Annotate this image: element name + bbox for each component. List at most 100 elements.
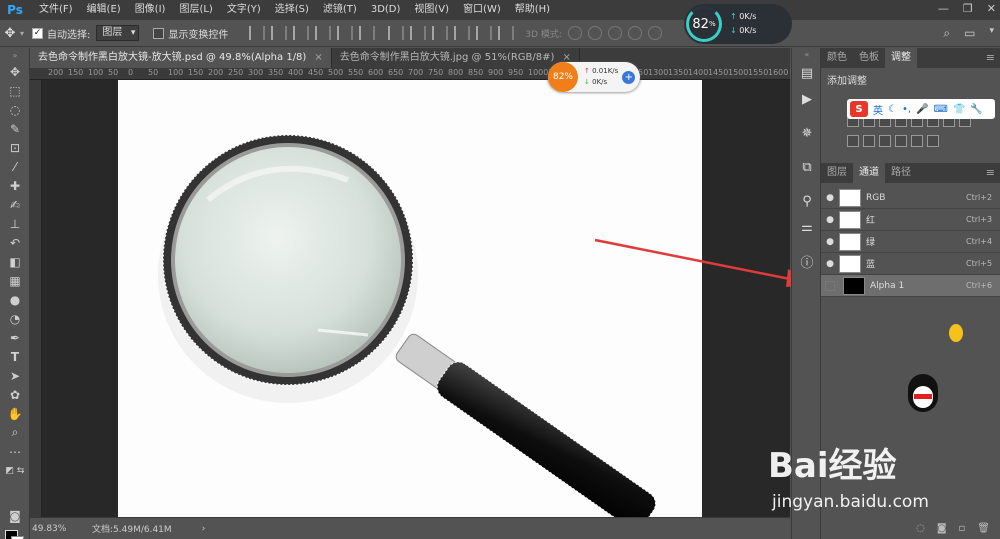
channels-menu-icon[interactable]: ≡ — [986, 163, 995, 183]
default-colors-icon[interactable]: ◩ ⇆ — [0, 461, 30, 480]
type-tool-icon[interactable]: T — [0, 347, 30, 366]
move-tool-icon[interactable]: ✥ — [0, 62, 30, 81]
visibility-eye-icon[interactable]: ● — [821, 237, 839, 247]
tab-color[interactable]: 颜色 — [821, 48, 853, 68]
distribute-bottom-icon[interactable] — [432, 26, 449, 40]
channel-green[interactable]: ● 绿 Ctrl+4 — [821, 231, 1000, 253]
workspace-icon[interactable]: ▭ — [964, 26, 975, 41]
save-selection-icon[interactable]: ◙ — [937, 523, 947, 534]
brush-settings-icon[interactable]: ✵ — [792, 120, 822, 146]
distribute-left-icon[interactable] — [454, 26, 471, 40]
invert-icon[interactable] — [847, 135, 859, 147]
menu-view[interactable]: 视图(V) — [407, 0, 456, 20]
load-selection-icon[interactable]: ◌ — [916, 523, 925, 534]
visibility-eye-icon[interactable]: ● — [821, 259, 839, 269]
history-brush-tool-icon[interactable]: ↶ — [0, 233, 30, 252]
auto-select-checkbox[interactable]: ✓ — [32, 27, 44, 39]
move-tool-icon[interactable]: ✥ — [0, 23, 20, 43]
tab-swatches[interactable]: 色板 — [853, 48, 885, 68]
blur-tool-icon[interactable]: ● — [0, 290, 30, 309]
canvas-area[interactable] — [42, 80, 790, 517]
tab-jpg-document[interactable]: 去色命令制作黑白放大镜.jpg @ 51%(RGB/8#) × — [332, 48, 580, 68]
pan-3d-icon[interactable] — [607, 26, 622, 40]
menu-type[interactable]: 文字(Y) — [220, 0, 268, 20]
zoom-tool-icon[interactable]: ⌕ — [0, 423, 30, 442]
qq-penguin-icon[interactable] — [905, 374, 941, 418]
visibility-toggle[interactable] — [825, 280, 835, 291]
channel-alpha-1[interactable]: Alpha 1 Ctrl+6 — [821, 275, 1000, 297]
bulb-icon[interactable] — [949, 324, 963, 342]
align-top-icon[interactable] — [249, 26, 266, 40]
channel-blue[interactable]: ● 蓝 Ctrl+5 — [821, 253, 1000, 275]
microphone-icon[interactable]: 🎤 — [916, 104, 928, 115]
network-speed-widget[interactable]: 82% ↑ 0K/s ↓ 0K/s — [684, 4, 792, 44]
distribute-middle-icon[interactable] — [410, 26, 427, 40]
auto-select-dropdown[interactable]: 图层 — [96, 25, 140, 41]
panel-menu-icon[interactable]: ≡ — [986, 48, 995, 68]
align-right-icon[interactable] — [359, 26, 376, 40]
orbit-3d-icon[interactable] — [567, 26, 582, 40]
gradient-map-icon[interactable] — [911, 135, 923, 147]
visibility-eye-icon[interactable]: ● — [821, 193, 839, 203]
tool-preset-chevron-icon[interactable]: ▾ — [20, 29, 24, 38]
show-transform-checkbox[interactable] — [153, 27, 165, 39]
search-icon[interactable]: ⌕ — [943, 26, 950, 41]
actions-play-icon[interactable]: ▶ — [792, 86, 822, 112]
tab-adjustments[interactable]: 调整 — [885, 48, 917, 68]
posterize-icon[interactable] — [863, 135, 875, 147]
tab-paths[interactable]: 路径 — [885, 163, 917, 183]
eraser-tool-icon[interactable]: ◧ — [0, 252, 30, 271]
menu-filter[interactable]: 滤镜(T) — [316, 0, 364, 20]
quick-select-tool-icon[interactable]: ✎ — [0, 119, 30, 138]
scale-3d-icon[interactable] — [647, 26, 662, 40]
distribute-right-icon[interactable] — [498, 26, 515, 40]
punctuation-icon[interactable]: •, — [902, 104, 911, 115]
menu-edit[interactable]: 编辑(E) — [80, 0, 128, 20]
status-menu-arrow-icon[interactable]: › — [202, 524, 206, 534]
more-tools-icon[interactable]: ⋯ — [0, 442, 30, 461]
add-button[interactable]: + — [622, 70, 636, 84]
info-icon[interactable]: ⓘ — [792, 248, 822, 274]
align-bottom-icon[interactable] — [293, 26, 310, 40]
distribute-center-icon[interactable] — [476, 26, 493, 40]
pen-tool-icon[interactable]: ✒ — [0, 328, 30, 347]
ime-toolbar[interactable]: S 英 ☾ •, 🎤 ⌨ 👕 🔧 — [847, 99, 995, 119]
visibility-eye-icon[interactable]: ● — [821, 215, 839, 225]
ime-language[interactable]: 英 — [873, 102, 883, 117]
gradient-tool-icon[interactable]: ▦ — [0, 271, 30, 290]
history-panel-icon[interactable]: ▤ — [792, 60, 822, 86]
selective-color-icon[interactable] — [895, 135, 907, 147]
roll-3d-icon[interactable] — [587, 26, 602, 40]
workspace-chevron-icon[interactable]: ▾ — [989, 26, 994, 41]
document-canvas[interactable] — [118, 80, 702, 517]
toolbar-collapse-icon[interactable]: » — [0, 48, 30, 62]
moon-icon[interactable]: ☾ — [888, 104, 897, 115]
menu-window[interactable]: 窗口(W) — [456, 0, 508, 20]
keyboard-icon[interactable]: ⌨ — [934, 104, 948, 115]
floating-speed-widget[interactable]: 82% ↑ 0.01K/s ↓ 0K/s + — [548, 62, 640, 92]
tab-layers[interactable]: 图层 — [821, 163, 853, 183]
tool-presets-icon[interactable]: ⚲ — [792, 188, 822, 214]
marquee-tool-icon[interactable]: ⬚ — [0, 81, 30, 100]
channel-rgb[interactable]: ● RGB Ctrl+2 — [821, 187, 1000, 209]
path-select-tool-icon[interactable]: ➤ — [0, 366, 30, 385]
clone-source-icon[interactable]: ⧉ — [792, 154, 822, 180]
minimize-icon[interactable]: — — [938, 2, 949, 15]
clone-stamp-tool-icon[interactable]: ⊥ — [0, 214, 30, 233]
close-icon[interactable]: ✕ — [987, 2, 996, 15]
dodge-tool-icon[interactable]: ◔ — [0, 309, 30, 328]
channel-mixer-icon[interactable] — [927, 135, 939, 147]
properties-icon[interactable]: ⚌ — [792, 214, 822, 240]
distribute-top-icon[interactable] — [388, 26, 405, 40]
threshold-icon[interactable] — [879, 135, 891, 147]
menu-layer[interactable]: 图层(L) — [172, 0, 219, 20]
align-middle-icon[interactable] — [271, 26, 288, 40]
new-channel-icon[interactable]: ▫ — [959, 523, 966, 534]
quick-mask-icon[interactable]: ◙ — [0, 506, 30, 525]
align-center-icon[interactable] — [337, 26, 354, 40]
align-left-icon[interactable] — [315, 26, 332, 40]
brush-tool-icon[interactable]: ✍ — [0, 195, 30, 214]
menu-help[interactable]: 帮助(H) — [508, 0, 557, 20]
crop-tool-icon[interactable]: ⊡ — [0, 138, 30, 157]
slide-3d-icon[interactable] — [627, 26, 642, 40]
